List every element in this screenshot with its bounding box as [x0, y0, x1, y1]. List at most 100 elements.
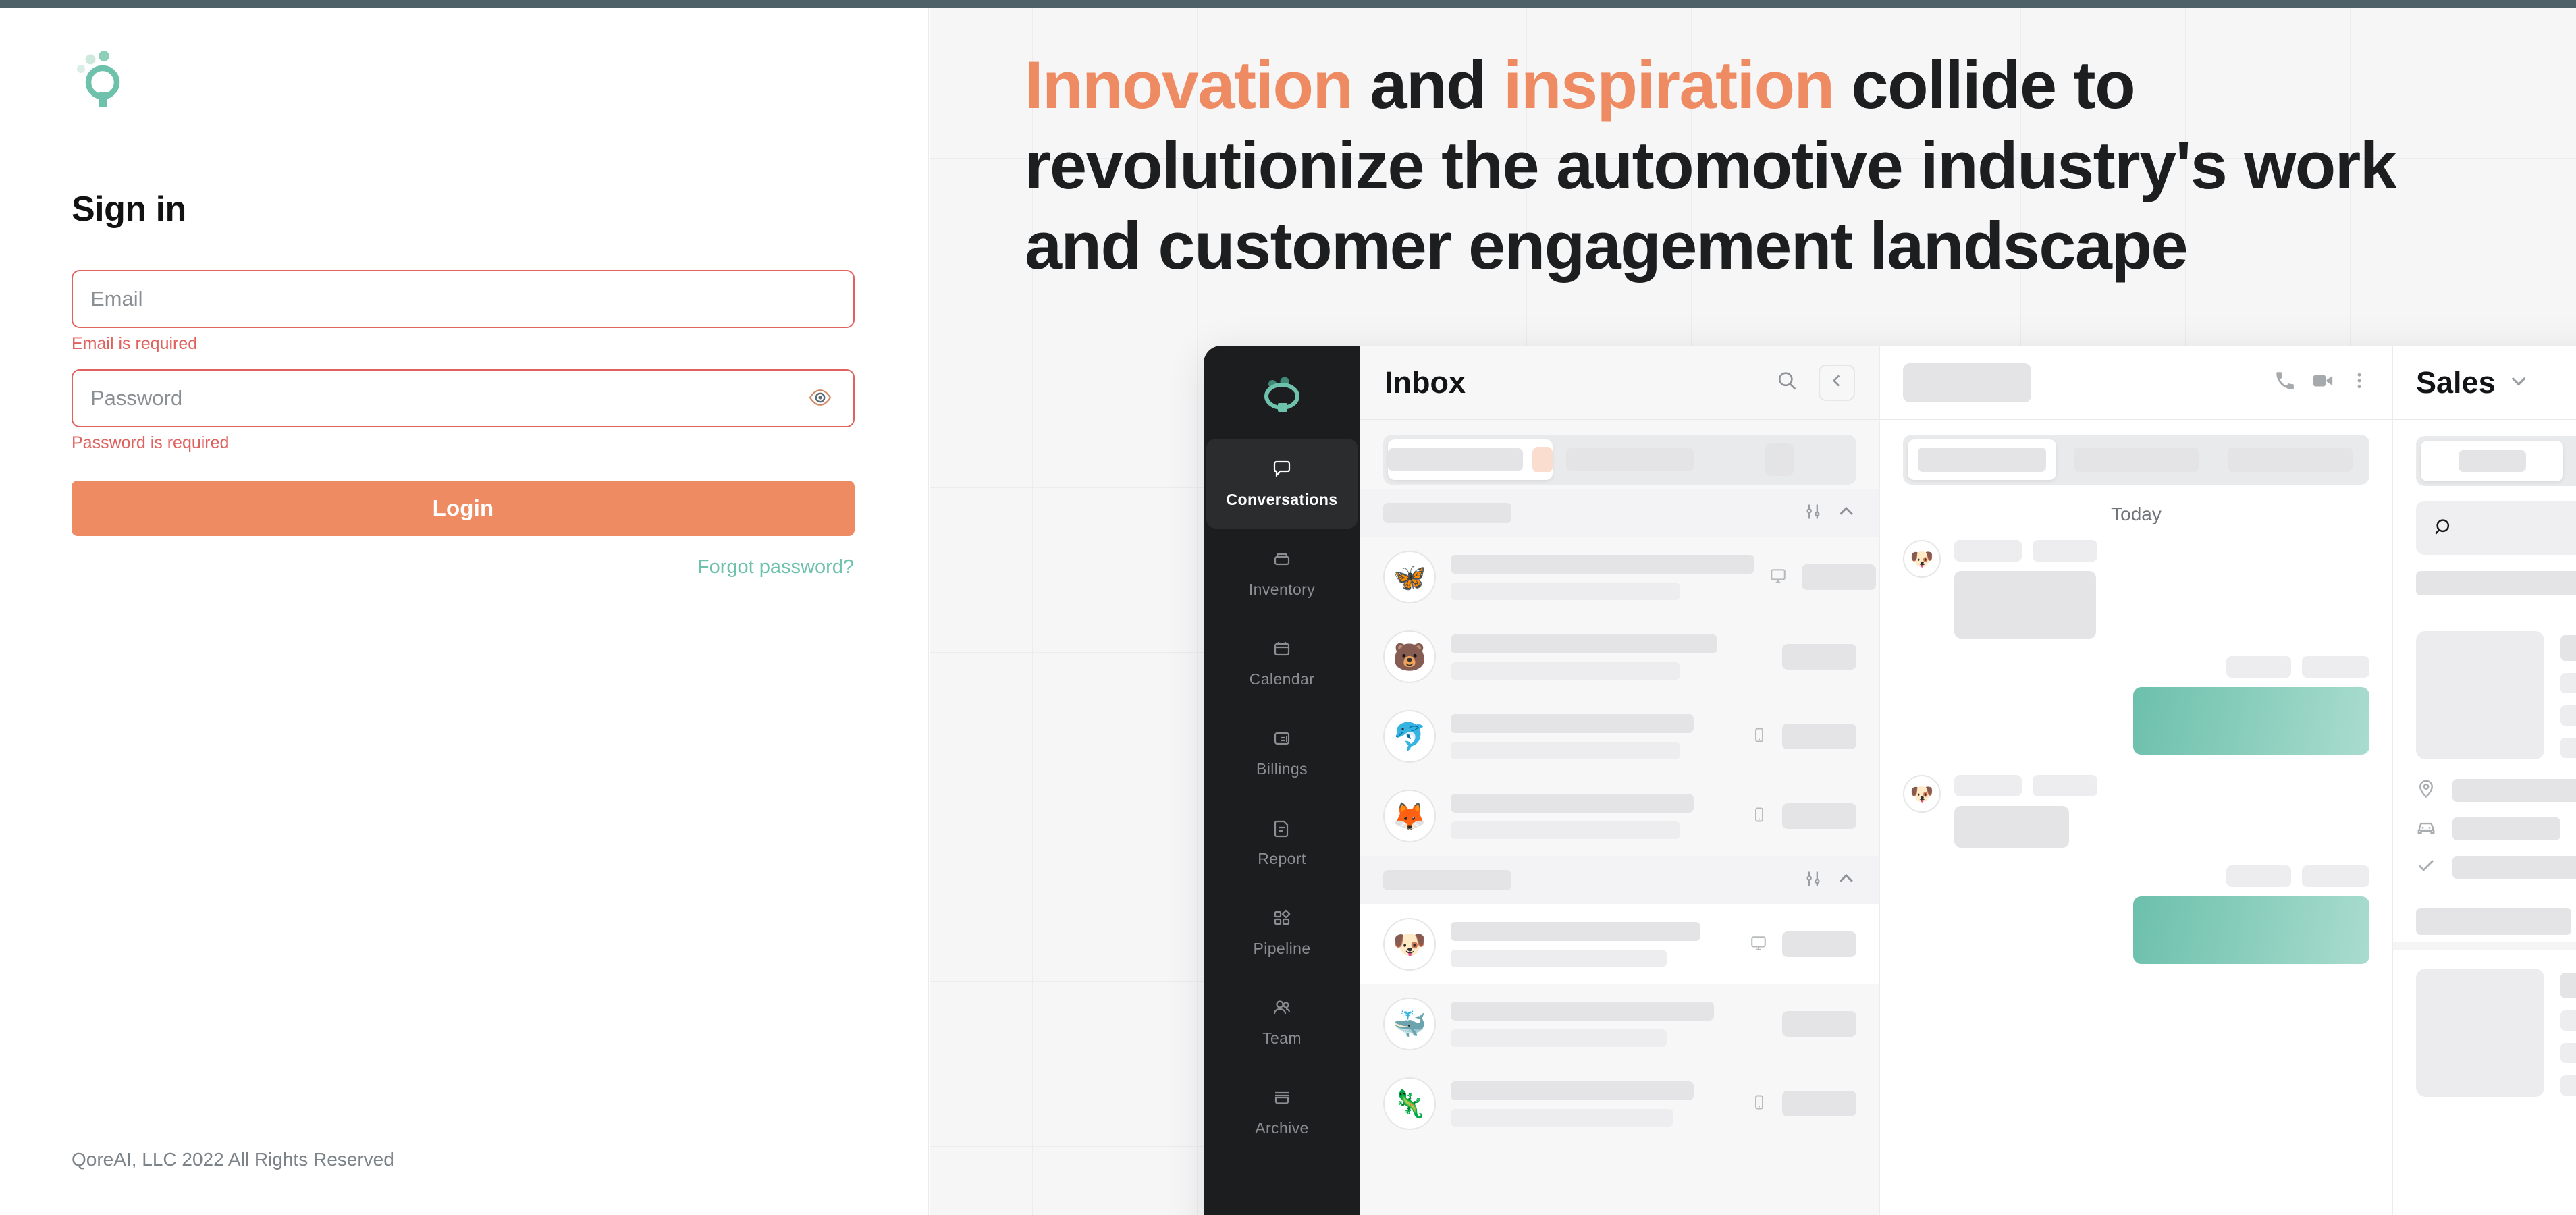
sales-header[interactable]: Sales — [2393, 346, 2576, 420]
sidebar-item-conversations[interactable]: Conversations — [1206, 439, 1358, 529]
message-bubbles — [1954, 540, 2097, 639]
sidebar-item-billings[interactable]: Billings — [1204, 708, 1360, 798]
sidebar-label-pipeline: Pipeline — [1253, 939, 1311, 957]
chat-message-incoming: 🐶 — [1903, 540, 2369, 639]
conversation-text-lines — [1451, 713, 1736, 759]
headline-highlight-2: inspiration — [1503, 47, 1835, 122]
sales-search-input[interactable] — [2416, 501, 2576, 555]
sales-detail-card[interactable] — [2393, 950, 2576, 1116]
more-vertical-icon[interactable] — [2349, 371, 2369, 394]
sidebar-item-team[interactable]: Team — [1204, 977, 1360, 1067]
sliders-icon[interactable] — [1804, 869, 1823, 892]
dog-avatar: 🐶 — [1903, 540, 1941, 578]
sidebar-item-calendar[interactable]: Calendar — [1204, 618, 1360, 708]
sales-tab-1[interactable] — [2421, 441, 2563, 481]
sidebar-item-report[interactable]: Report — [1204, 798, 1360, 888]
lizard-avatar: 🦎 — [1383, 1077, 1436, 1130]
password-field-block: Password is required — [72, 369, 855, 452]
sidebar-label-team: Team — [1262, 1029, 1302, 1047]
top-accent-bar — [0, 0, 2576, 8]
password-field[interactable] — [72, 369, 855, 427]
line-placeholder — [2560, 1075, 2576, 1096]
conversation-row[interactable]: 🦎 — [1360, 1064, 1879, 1143]
chevron-up-icon[interactable] — [1836, 502, 1856, 525]
chat-tab-3[interactable] — [2216, 439, 2365, 480]
email-error-message: Email is required — [72, 334, 198, 353]
inbox-header: Inbox — [1360, 346, 1879, 420]
message-bubble — [1954, 806, 2069, 848]
detail-value-placeholder — [2452, 855, 2576, 879]
email-input[interactable] — [73, 271, 853, 327]
sales-tabs[interactable] — [2416, 436, 2576, 486]
timestamp-placeholder — [2302, 656, 2369, 678]
chat-tab-1[interactable] — [1908, 439, 2057, 480]
chat-tab-2[interactable] — [2062, 439, 2210, 480]
vehicle-info-lines — [2560, 631, 2576, 759]
message-bubble-outgoing — [2133, 896, 2369, 964]
password-visibility-toggle[interactable] — [799, 377, 841, 419]
conversation-row[interactable]: 🐬 — [1360, 697, 1879, 776]
conversation-row[interactable]: 🦋 — [1360, 537, 1879, 617]
chat-message-outgoing — [1903, 656, 2369, 755]
sales-tab-2[interactable] — [2569, 441, 2576, 481]
inbox-group-header[interactable] — [1360, 856, 1879, 905]
vehicle-thumbnail — [2416, 631, 2544, 759]
chat-channel-tabs[interactable] — [1903, 435, 2369, 485]
calendar-icon — [1272, 639, 1292, 662]
conversation-meta — [1782, 644, 1856, 670]
line-placeholder — [1451, 634, 1717, 653]
chat-message-outgoing — [1903, 865, 2369, 964]
video-camera-icon[interactable] — [2311, 369, 2334, 396]
sidebar-item-inventory[interactable]: Inventory — [1204, 529, 1360, 618]
message-meta — [1954, 540, 2097, 562]
sidebar-item-archive[interactable]: Archive — [1204, 1067, 1360, 1157]
mobile-icon — [1751, 807, 1767, 826]
conversation-text-lines — [1451, 634, 1767, 680]
conversation-meta — [1750, 932, 1856, 957]
mobile-icon — [1751, 1094, 1767, 1114]
inbox-group-header[interactable] — [1360, 489, 1879, 537]
chevron-up-icon[interactable] — [1836, 869, 1856, 892]
sender-placeholder — [2226, 656, 2291, 678]
conversation-text-lines — [1451, 921, 1735, 967]
bear-avatar: 🐻 — [1383, 630, 1436, 683]
email-field[interactable] — [72, 270, 855, 328]
phone-icon[interactable] — [2274, 369, 2297, 396]
sliders-icon[interactable] — [1804, 502, 1823, 524]
car-icon — [2416, 817, 2436, 840]
chat-header — [1880, 346, 2392, 420]
sales-action-row[interactable] — [2416, 908, 2576, 935]
tab-label-placeholder — [2458, 450, 2526, 472]
inbox-tab-3[interactable] — [1708, 439, 1852, 480]
time-placeholder — [1782, 644, 1856, 670]
login-button[interactable]: Login — [72, 481, 855, 536]
butterfly-avatar: 🦋 — [1383, 551, 1436, 603]
sales-detail-card[interactable] — [2393, 612, 2576, 778]
conversation-row[interactable]: 🐻 — [1360, 617, 1879, 697]
inbox-collapse-button[interactable] — [1819, 364, 1855, 401]
inbox-segmented-wrap — [1360, 420, 1879, 489]
inbox-tab-1[interactable] — [1388, 439, 1553, 480]
time-placeholder — [1782, 803, 1856, 829]
password-input[interactable] — [73, 371, 799, 426]
forgot-password-link[interactable]: Forgot password? — [697, 556, 854, 578]
search-icon — [2434, 516, 2454, 540]
chevron-down-icon[interactable] — [2508, 370, 2529, 395]
search-icon — [1775, 369, 1798, 396]
line-placeholder — [2560, 738, 2576, 758]
inbox-filter-tabs[interactable] — [1383, 435, 1856, 485]
conversation-row[interactable]: 🦊 — [1360, 776, 1879, 856]
sidebar-item-pipeline[interactable]: Pipeline — [1204, 888, 1360, 977]
conversation-text-lines — [1451, 1001, 1767, 1047]
conversation-row[interactable]: 🐶 — [1360, 905, 1879, 984]
document-report-icon — [1272, 818, 1292, 842]
line-placeholder — [1451, 582, 1680, 600]
conversation-row[interactable]: 🐳 — [1360, 984, 1879, 1064]
inbox-tab-2[interactable] — [1558, 439, 1702, 480]
inbox-search-button[interactable] — [1769, 364, 1805, 401]
line-placeholder — [1451, 741, 1680, 759]
sender-placeholder — [1954, 540, 2022, 562]
detail-row-location — [2416, 778, 2576, 802]
page-root: Sign in Email is required — [0, 0, 2576, 1215]
detail-row-status — [2416, 855, 2576, 879]
